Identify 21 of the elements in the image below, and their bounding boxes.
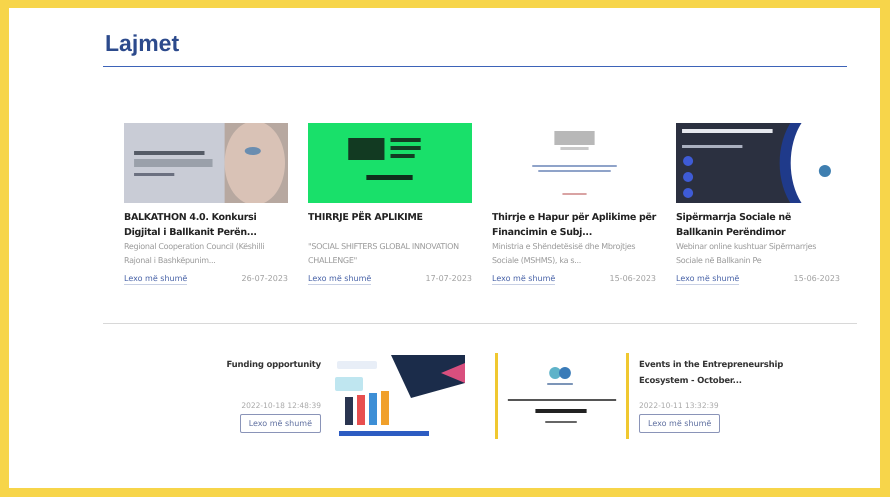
news-title[interactable]: Thirrje e Hapur për Aplikime për Financimin e Subj... <box>492 210 656 240</box>
news-title[interactable]: THIRRJE PËR APLIKIME <box>308 210 472 240</box>
section-title: Lajmet <box>105 30 180 57</box>
news-date: 17-07-2023 <box>426 274 472 285</box>
news-excerpt: Webinar online kushtuar Sipërmarrjes Sociale në Ballkanin Pe <box>676 241 818 267</box>
news-date: 26-07-2023 <box>242 274 288 285</box>
read-more-button[interactable]: Lexo më shumë <box>639 414 720 433</box>
read-more-button[interactable]: Lexo më shumë <box>240 414 321 433</box>
news-title[interactable]: BALKATHON 4.0. Konkursi Digjital i Ballkanit Perën... <box>124 210 288 240</box>
news-excerpt: Regional Cooperation Council (Këshilli Rajonal i Bashkëpunim... <box>124 241 266 267</box>
news-date: 15-06-2023 <box>794 274 840 285</box>
read-more-link[interactable]: Lexo më shumë <box>492 274 556 285</box>
news-excerpt: "SOCIAL SHIFTERS GLOBAL INNOVATION CHALLENGE" <box>308 241 460 267</box>
featured-title[interactable]: Events in the Entrepreneurship Ecosystem - October... <box>639 357 799 395</box>
news-excerpt: Ministria e Shëndetësisë dhe Mbrojtjes Sociale (MSHMS), ka s... <box>492 241 636 267</box>
featured-title[interactable]: Funding opportunity <box>226 357 321 395</box>
news-date: 15-06-2023 <box>610 274 656 285</box>
read-more-link[interactable]: Lexo më shumë <box>308 274 372 285</box>
read-more-link[interactable]: Lexo më shumë <box>676 274 740 285</box>
news-title[interactable]: Sipërmarrja Sociale në Ballkanin Perëndimor <box>676 210 840 240</box>
read-more-link[interactable]: Lexo më shumë <box>124 274 188 285</box>
